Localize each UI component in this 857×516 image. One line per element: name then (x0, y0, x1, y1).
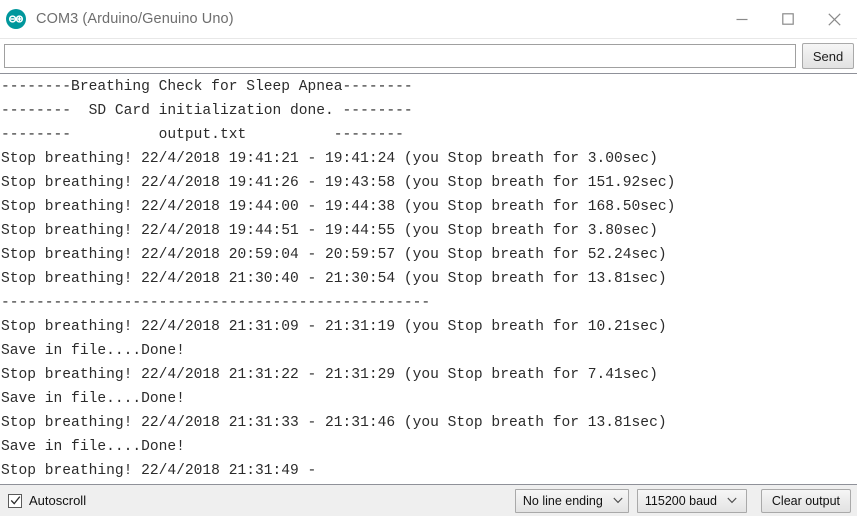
serial-output-line: -------- SD Card initialization done. --… (1, 103, 413, 119)
serial-output-line: Stop breathing! 22/4/2018 19:44:00 - 19:… (1, 199, 676, 215)
line-ending-value: No line ending (522, 493, 603, 508)
baud-rate-value: 115200 baud (644, 493, 717, 508)
serial-output-line: Save in file....Done! (1, 439, 185, 455)
clear-output-button[interactable]: Clear output (760, 488, 851, 513)
serial-output-line: Stop breathing! 22/4/2018 21:30:40 - 21:… (1, 271, 667, 287)
serial-output-line: -------- output.txt -------- (1, 127, 404, 143)
autoscroll-checkbox[interactable] (8, 493, 22, 508)
serial-output-line: Stop breathing! 22/4/2018 19:41:21 - 19:… (1, 151, 658, 167)
serial-output-text: --------Breathing Check for Sleep Apnea-… (0, 74, 857, 483)
title-bar: COM3 (Arduino/Genuino Uno) (0, 0, 857, 39)
close-icon (827, 12, 841, 26)
status-bar: Autoscroll No line ending 115200 baud Cl… (0, 485, 857, 516)
arduino-logo-icon (5, 8, 27, 30)
minimize-button[interactable] (719, 0, 765, 38)
serial-output-line: Save in file....Done! (1, 343, 185, 359)
serial-output-line: Stop breathing! 22/4/2018 19:44:51 - 19:… (1, 223, 658, 239)
send-row: Send (0, 39, 857, 73)
serial-output-line: Stop breathing! 22/4/2018 19:41:26 - 19:… (1, 175, 676, 191)
chevron-down-icon (613, 497, 623, 504)
serial-output-line: ----------------------------------------… (1, 295, 431, 311)
check-icon (10, 496, 20, 505)
window-title: COM3 (Arduino/Genuino Uno) (36, 11, 234, 27)
serial-output-line: Stop breathing! 22/4/2018 21:31:49 - (1, 463, 326, 479)
line-ending-select[interactable]: No line ending (514, 488, 629, 513)
serial-output-line: Stop breathing! 22/4/2018 21:31:09 - 21:… (1, 319, 667, 335)
maximize-icon (782, 13, 794, 25)
autoscroll-toggle[interactable]: Autoscroll (8, 493, 86, 508)
minimize-icon (736, 13, 748, 25)
chevron-down-icon (727, 497, 737, 504)
serial-monitor-window: COM3 (Arduino/Genuino Uno) Send --------… (0, 0, 857, 516)
serial-output-line: Stop breathing! 22/4/2018 21:31:33 - 21:… (1, 415, 667, 431)
maximize-button[interactable] (765, 0, 811, 38)
serial-output-line: Stop breathing! 22/4/2018 21:31:22 - 21:… (1, 367, 658, 383)
serial-output-line: Save in file....Done! (1, 391, 185, 407)
serial-output-line: --------Breathing Check for Sleep Apnea-… (1, 79, 413, 95)
send-button[interactable]: Send (802, 43, 854, 69)
serial-output-panel[interactable]: --------Breathing Check for Sleep Apnea-… (0, 73, 857, 485)
baud-rate-select[interactable]: 115200 baud (636, 488, 747, 513)
serial-output-line: Stop breathing! 22/4/2018 20:59:04 - 20:… (1, 247, 667, 263)
autoscroll-label: Autoscroll (29, 493, 87, 508)
close-button[interactable] (811, 0, 857, 38)
window-controls (719, 0, 857, 38)
send-input[interactable] (4, 44, 796, 68)
